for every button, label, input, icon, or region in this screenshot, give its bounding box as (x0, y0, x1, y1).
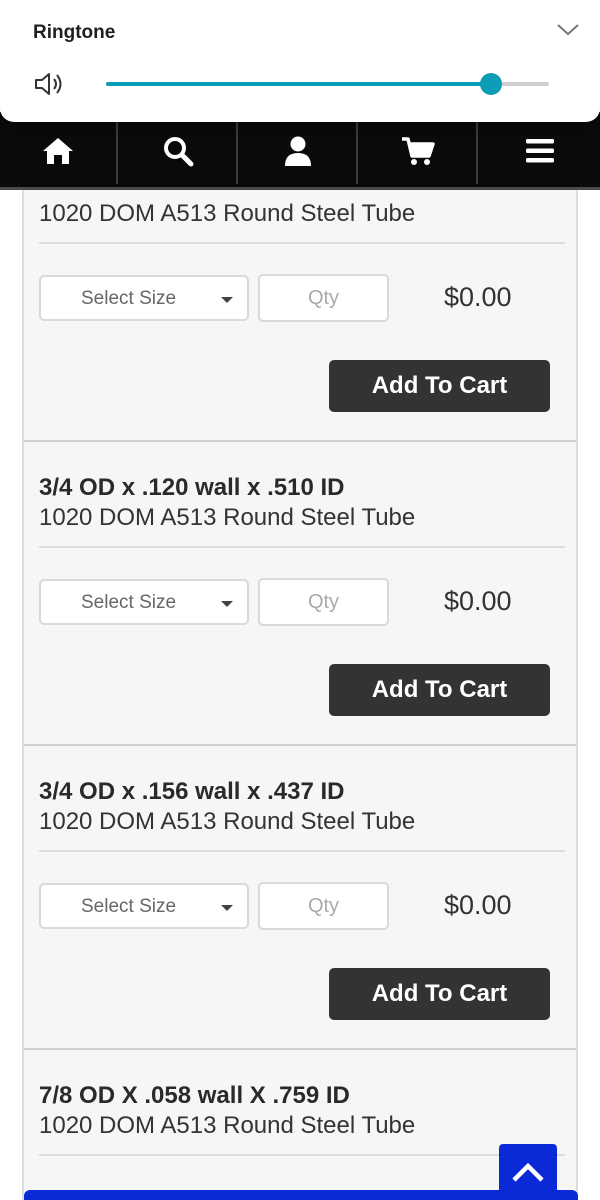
nav-cart[interactable] (360, 118, 478, 184)
speaker-icon[interactable] (33, 70, 65, 98)
size-select-label: Select Size (81, 896, 177, 917)
cart-icon (402, 137, 435, 165)
add-to-cart-button[interactable]: Add To Cart (329, 360, 550, 412)
caret-down-icon (221, 905, 233, 911)
size-select[interactable]: Select Size (39, 579, 249, 625)
add-to-cart-button[interactable]: Add To Cart (329, 664, 550, 716)
nav-account[interactable] (240, 118, 358, 184)
nav-menu[interactable] (480, 118, 600, 184)
price: $0.00 (444, 586, 512, 616)
product-subtitle: 1020 DOM A513 Round Steel Tube (39, 808, 416, 835)
size-select[interactable]: Select Size (39, 275, 249, 321)
divider (39, 546, 565, 548)
top-nav (0, 112, 600, 190)
size-select-label: Select Size (81, 288, 177, 309)
nav-search[interactable] (120, 118, 238, 184)
search-icon (164, 137, 194, 167)
product-title[interactable]: 3/4 OD x .120 wall x .510 ID (39, 474, 345, 502)
chevron-down-icon[interactable] (555, 20, 581, 38)
menu-icon (526, 139, 554, 163)
qty-input[interactable]: Qty (258, 882, 389, 930)
caret-down-icon (221, 297, 233, 303)
user-icon (285, 136, 311, 166)
divider (39, 850, 565, 852)
price: $0.00 (444, 890, 512, 920)
volume-slider[interactable] (106, 73, 549, 95)
size-select[interactable]: Select Size (39, 883, 249, 929)
product-card: 3/4 OD x .120 wall x .510 ID 1020 DOM A5… (24, 442, 576, 746)
product-subtitle: 1020 DOM A513 Round Steel Tube (39, 1112, 416, 1139)
bottom-bar (24, 1190, 578, 1200)
qty-input[interactable]: Qty (258, 578, 389, 626)
product-subtitle: 1020 DOM A513 Round Steel Tube (39, 504, 416, 531)
home-icon (43, 138, 73, 164)
divider (39, 1154, 565, 1156)
price: $0.00 (444, 282, 512, 312)
volume-slider-thumb[interactable] (480, 73, 503, 95)
size-select-label: Select Size (81, 592, 177, 613)
nav-home[interactable] (0, 118, 118, 184)
product-title[interactable]: 7/8 OD X .058 wall X .759 ID (39, 1082, 350, 1110)
caret-down-icon (221, 601, 233, 607)
volume-panel-title: Ringtone (33, 22, 116, 43)
product-title[interactable]: 3/4 OD x .156 wall x .437 ID (39, 778, 345, 806)
add-to-cart-button[interactable]: Add To Cart (329, 968, 550, 1020)
volume-slider-fill (106, 82, 492, 86)
product-card: 7/8 OD X .058 wall X .759 ID 1020 DOM A5… (24, 1050, 576, 1200)
volume-panel: Ringtone (0, 0, 600, 122)
product-subtitle: 1020 DOM A513 Round Steel Tube (39, 200, 416, 227)
divider (39, 242, 565, 244)
qty-input[interactable]: Qty (258, 274, 389, 322)
chevron-up-icon (512, 1162, 544, 1182)
product-card: 3/4 OD x .156 wall x .437 ID 1020 DOM A5… (24, 746, 576, 1050)
